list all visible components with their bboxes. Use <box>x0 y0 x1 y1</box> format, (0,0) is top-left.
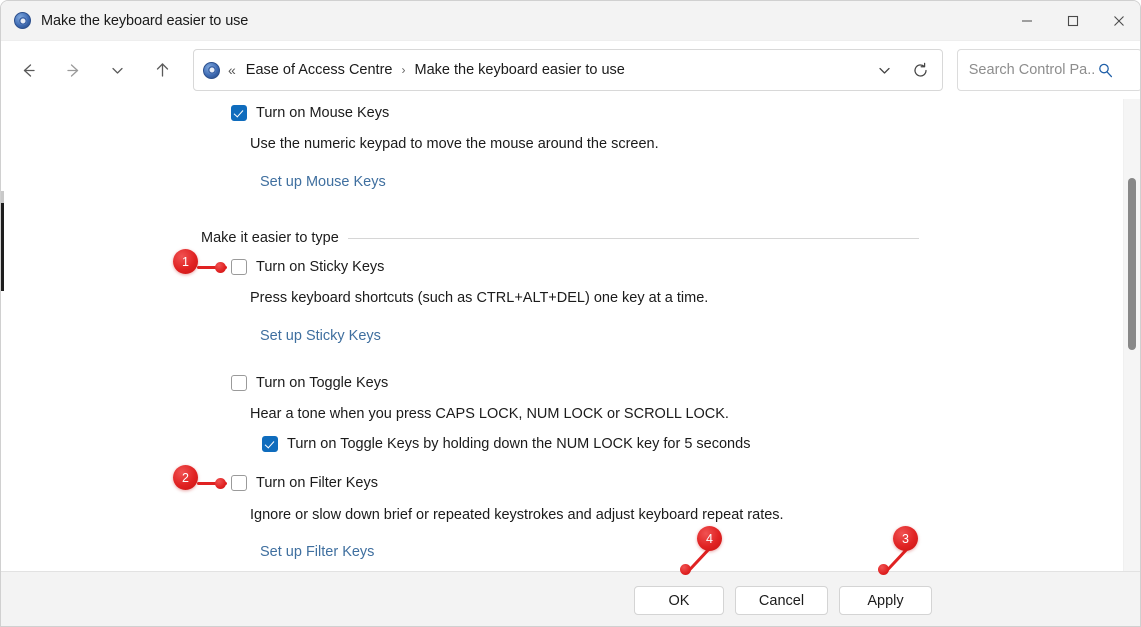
filter-keys-description: Ignore or slow down brief or repeated ke… <box>250 507 784 523</box>
navigation-bar: « Ease of Access Centre › Make the keybo… <box>1 41 1141 99</box>
title-bar: Make the keyboard easier to use <box>1 1 1141 41</box>
mouse-keys-checkbox[interactable] <box>231 105 247 121</box>
annotation-marker-2: 2 <box>173 465 198 490</box>
settings-content-area: Turn on Mouse Keys Use the numeric keypa… <box>1 99 1141 571</box>
breadcrumb-overflow[interactable]: « <box>228 62 235 78</box>
annotation-dot-4 <box>680 564 691 575</box>
toggle-keys-label: Turn on Toggle Keys <box>256 375 388 391</box>
search-box[interactable] <box>957 49 1141 91</box>
toggle-keys-checkbox[interactable] <box>231 375 247 391</box>
sticky-keys-row[interactable]: Turn on Sticky Keys <box>231 259 384 275</box>
dialog-footer: OK Cancel Apply <box>1 571 1141 627</box>
mouse-keys-label: Turn on Mouse Keys <box>256 105 389 121</box>
sticky-keys-checkbox[interactable] <box>231 259 247 275</box>
filter-keys-checkbox[interactable] <box>231 475 247 491</box>
toggle-keys-numlock-checkbox[interactable] <box>262 436 278 452</box>
minimize-icon[interactable] <box>1004 1 1050 41</box>
apply-button[interactable]: Apply <box>839 586 932 615</box>
left-edge-divider <box>1 191 4 203</box>
recent-locations-chevron-down-icon[interactable] <box>101 53 135 87</box>
address-dropdown-chevron-down-icon[interactable] <box>868 53 902 87</box>
section-title: Make it easier to type <box>201 230 348 246</box>
window-title: Make the keyboard easier to use <box>41 13 248 29</box>
annotation-marker-1: 1 <box>173 249 198 274</box>
toggle-keys-numlock-row[interactable]: Turn on Toggle Keys by holding down the … <box>262 436 750 452</box>
control-panel-window: Make the keyboard easier to use <box>0 0 1141 627</box>
filter-keys-label: Turn on Filter Keys <box>256 475 378 491</box>
filter-keys-row[interactable]: Turn on Filter Keys <box>231 475 378 491</box>
back-arrow-icon[interactable] <box>12 53 46 87</box>
breadcrumb-ease-of-access-icon <box>203 62 220 79</box>
search-icon[interactable] <box>1097 62 1114 79</box>
sticky-keys-description: Press keyboard shortcuts (such as CTRL+A… <box>250 290 708 306</box>
annotation-dot-3 <box>878 564 889 575</box>
make-it-easier-to-type-section: Make it easier to type <box>201 230 919 246</box>
search-input[interactable] <box>969 62 1095 78</box>
ok-button[interactable]: OK <box>634 586 724 615</box>
forward-arrow-icon[interactable] <box>57 53 91 87</box>
close-icon[interactable] <box>1096 1 1141 41</box>
sticky-keys-label: Turn on Sticky Keys <box>256 259 384 275</box>
setup-filter-keys-link[interactable]: Set up Filter Keys <box>260 544 374 560</box>
scrollbar-thumb[interactable] <box>1128 178 1136 350</box>
setup-mouse-keys-link[interactable]: Set up Mouse Keys <box>260 174 386 190</box>
breadcrumb-current[interactable]: Make the keyboard easier to use <box>414 62 624 78</box>
ease-of-access-icon <box>14 12 31 29</box>
toggle-keys-row[interactable]: Turn on Toggle Keys <box>231 375 388 391</box>
toggle-keys-description: Hear a tone when you press CAPS LOCK, NU… <box>250 406 729 422</box>
mouse-keys-row[interactable]: Turn on Mouse Keys <box>231 105 389 121</box>
maximize-icon[interactable] <box>1050 1 1096 41</box>
cancel-button[interactable]: Cancel <box>735 586 828 615</box>
refresh-icon[interactable] <box>902 53 940 87</box>
section-divider <box>348 238 919 239</box>
annotation-dot-2 <box>215 478 226 489</box>
annotation-marker-4: 4 <box>697 526 722 551</box>
breadcrumb-separator-icon: › <box>401 63 405 77</box>
toggle-keys-numlock-label: Turn on Toggle Keys by holding down the … <box>287 436 750 452</box>
annotation-marker-3: 3 <box>893 526 918 551</box>
annotation-dot-1 <box>215 262 226 273</box>
vertical-scrollbar[interactable] <box>1123 99 1140 571</box>
address-bar[interactable]: « Ease of Access Centre › Make the keybo… <box>193 49 943 91</box>
window-controls <box>1004 1 1141 41</box>
up-arrow-icon[interactable] <box>146 53 180 87</box>
setup-sticky-keys-link[interactable]: Set up Sticky Keys <box>260 328 381 344</box>
left-edge-accent <box>1 203 4 291</box>
breadcrumb-parent[interactable]: Ease of Access Centre <box>246 62 393 78</box>
mouse-keys-description: Use the numeric keypad to move the mouse… <box>250 136 659 152</box>
